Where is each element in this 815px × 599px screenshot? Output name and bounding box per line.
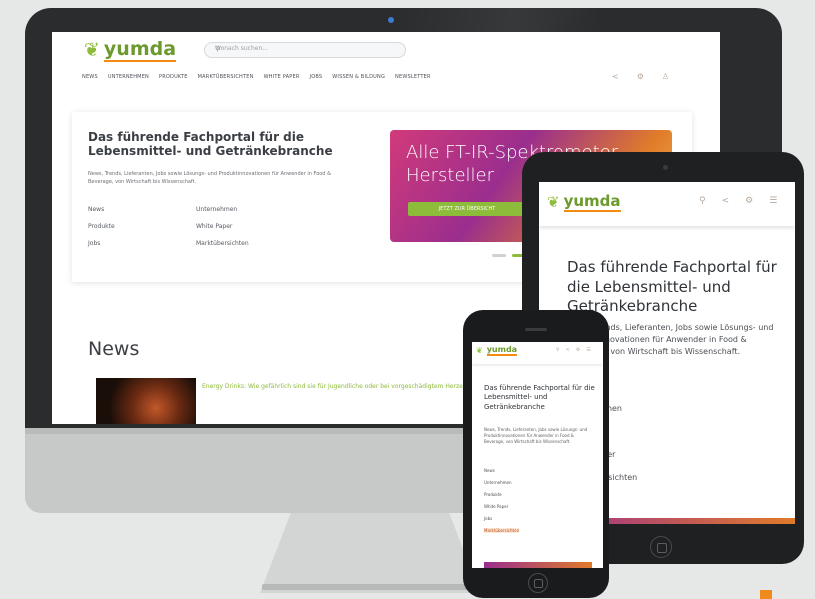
hero-link-marktuebersichten[interactable]: Marktübersichten xyxy=(196,240,304,247)
tablet-camera xyxy=(663,165,668,170)
news-teaser-link[interactable]: Energy Drinks: Wie gefährlich sind sie f… xyxy=(202,382,502,392)
nav-item-newsletter[interactable]: NEWSLETTER xyxy=(395,74,431,80)
nav-item-unternehmen[interactable]: UNTERNEHMEN xyxy=(108,74,149,80)
phone-link-news[interactable]: News xyxy=(484,468,519,473)
share-icon[interactable]: < xyxy=(566,347,570,353)
tablet-home-button[interactable] xyxy=(650,536,672,558)
phone-hero-description: News, Trends, Lieferanten, Jobs sowie Lö… xyxy=(484,427,588,444)
phone-link-jobs[interactable]: Jobs xyxy=(484,516,519,521)
settings-icon[interactable]: ⚙ xyxy=(745,196,753,206)
hero-link-jobs[interactable]: Jobs xyxy=(88,240,196,247)
news-thumbnail-image[interactable] xyxy=(96,378,196,424)
user-icon[interactable]: ♙ xyxy=(662,72,669,81)
monitor-camera xyxy=(388,17,394,23)
corner-accent-mark xyxy=(760,590,772,599)
desktop-logo[interactable]: ❦ yumda xyxy=(84,38,177,62)
hero-link-white-paper[interactable]: White Paper xyxy=(196,223,304,230)
settings-icon[interactable]: ⚙ xyxy=(637,72,644,81)
phone-link-unternehmen[interactable]: Unternehmen xyxy=(484,480,519,485)
phone-speaker xyxy=(525,328,547,331)
phone-hero-links: News Unternehmen Produkte White Paper Jo… xyxy=(484,468,520,533)
phone-brand-name: yumda xyxy=(486,345,518,356)
hamburger-menu-icon[interactable]: ☰ xyxy=(769,196,777,206)
desktop-brand-name: yumda xyxy=(103,38,177,62)
nav-item-white-paper[interactable]: WHITE PAPER xyxy=(264,74,300,80)
carousel-indicators xyxy=(492,254,526,257)
leaf-logo-icon: ❦ xyxy=(84,39,100,61)
share-icon[interactable]: < xyxy=(612,72,619,81)
desktop-hero-description: News, Trends, Lieferanten, Jobs sowie Lö… xyxy=(88,171,331,185)
desktop-search-input[interactable]: Wonach suchen... ⚲ xyxy=(204,42,406,58)
phone-link-produkte[interactable]: Produkte xyxy=(484,492,519,497)
phone-home-button[interactable] xyxy=(528,573,548,593)
phone-screen: ❦ yumda ⚲ < ⚙ ☰ Das führende Fachportal … xyxy=(472,342,603,568)
carousel-dot[interactable] xyxy=(492,254,506,257)
desktop-hero-links: News Unternehmen Produkte White Paper Jo… xyxy=(88,206,304,247)
tablet-brand-name: yumda xyxy=(563,192,621,212)
phone-link-white-paper[interactable]: White Paper xyxy=(484,504,519,509)
hamburger-menu-icon[interactable]: ☰ xyxy=(586,347,590,353)
hero-link-unternehmen[interactable]: Unternehmen xyxy=(196,206,304,213)
tablet-header-icons: ⚲ < ⚙ ☰ xyxy=(699,196,777,206)
leaf-logo-icon: ❦ xyxy=(547,193,560,211)
phone-hero-title: Das führende Fachportal für die Lebensmi… xyxy=(484,384,595,411)
monitor-stand-base xyxy=(262,584,478,590)
tablet-hero-title: Das führende Fachportal für die Lebensmi… xyxy=(567,258,777,315)
desktop-header-icons: < ⚙ ♙ xyxy=(612,72,669,81)
monitor-stand xyxy=(260,513,480,593)
leaf-logo-icon: ❦ xyxy=(476,346,483,355)
desktop-news-heading: News xyxy=(88,338,140,360)
nav-item-wissen-bildung[interactable]: WISSEN & BILDUNG xyxy=(332,74,385,80)
search-icon[interactable]: ⚲ xyxy=(215,45,399,53)
nav-item-jobs[interactable]: JOBS xyxy=(310,74,323,80)
nav-item-marktuebersichten[interactable]: MARKTÜBERSICHTEN xyxy=(198,74,254,80)
screen-glare xyxy=(395,8,695,32)
phone-header-icons: ⚲ < ⚙ ☰ xyxy=(556,347,591,353)
phone-logo[interactable]: ❦ yumda xyxy=(476,345,518,356)
nav-item-news[interactable]: NEWS xyxy=(82,74,98,80)
desktop-hero-title: Das führende Fachportal für die Lebensmi… xyxy=(88,130,333,159)
nav-item-produkte[interactable]: PRODUKTE xyxy=(159,74,188,80)
tablet-logo[interactable]: ❦ yumda xyxy=(547,192,621,212)
desktop-main-nav: NEWS UNTERNEHMEN PRODUKTE MARKTÜBERSICHT… xyxy=(82,74,562,80)
share-icon[interactable]: < xyxy=(722,196,730,206)
hero-link-produkte[interactable]: Produkte xyxy=(88,223,196,230)
hero-link-news[interactable]: News xyxy=(88,206,196,213)
search-icon[interactable]: ⚲ xyxy=(699,196,706,206)
settings-icon[interactable]: ⚙ xyxy=(576,347,580,353)
promo-banner-button[interactable]: JETZT ZUR ÜBERSICHT xyxy=(408,202,526,216)
phone-link-marktuebersichten[interactable]: Marktübersichten xyxy=(484,528,520,533)
search-icon[interactable]: ⚲ xyxy=(556,347,560,353)
phone-banner-strip[interactable] xyxy=(484,562,592,568)
